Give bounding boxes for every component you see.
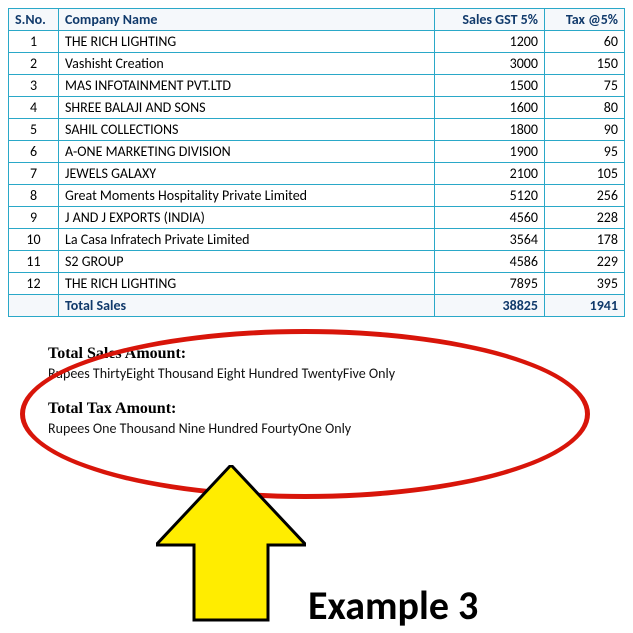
table-row: 7JEWELS GALAXY2100105 xyxy=(9,163,625,185)
cell-tax: 60 xyxy=(545,31,625,53)
cell-sales: 3564 xyxy=(435,229,545,251)
cell-total-sales: 38825 xyxy=(435,295,545,317)
cell-company: J AND J EXPORTS (INDIA) xyxy=(59,207,435,229)
cell-sno: 12 xyxy=(9,273,59,295)
cell-sno: 4 xyxy=(9,97,59,119)
total-tax-words: Rupees One Thousand Nine Hundred FourtyO… xyxy=(48,420,585,437)
total-sales-title: Total Sales Amount: xyxy=(48,345,585,363)
cell-company: MAS INFOTAINMENT PVT.LTD xyxy=(59,75,435,97)
cell-sno: 3 xyxy=(9,75,59,97)
cell-total-label: Total Sales xyxy=(59,295,435,317)
table-row: 6A-ONE MARKETING DIVISION190095 xyxy=(9,141,625,163)
cell-tax: 395 xyxy=(545,273,625,295)
cell-company: S2 GROUP xyxy=(59,251,435,273)
up-arrow-icon xyxy=(156,465,306,625)
cell-company: JEWELS GALAXY xyxy=(59,163,435,185)
cell-sales: 2100 xyxy=(435,163,545,185)
cell-tax: 178 xyxy=(545,229,625,251)
table-row: 1THE RICH LIGHTING120060 xyxy=(9,31,625,53)
total-tax-title: Total Tax Amount: xyxy=(48,400,585,418)
cell-sno: 11 xyxy=(9,251,59,273)
cell-company: Great Moments Hospitality Private Limite… xyxy=(59,185,435,207)
cell-sales: 5120 xyxy=(435,185,545,207)
cell-sales: 1500 xyxy=(435,75,545,97)
cell-sno: 9 xyxy=(9,207,59,229)
cell-sno: 5 xyxy=(9,119,59,141)
cell-tax: 105 xyxy=(545,163,625,185)
table-row: 2Vashisht Creation3000150 xyxy=(9,53,625,75)
table-row: 12THE RICH LIGHTING7895395 xyxy=(9,273,625,295)
table-header-row: S.No. Company Name Sales GST 5% Tax @5% xyxy=(9,9,625,31)
cell-tax: 95 xyxy=(545,141,625,163)
cell-sno: 2 xyxy=(9,53,59,75)
cell-sno: 7 xyxy=(9,163,59,185)
cell-total-blank xyxy=(9,295,59,317)
header-tax: Tax @5% xyxy=(545,9,625,31)
cell-company: La Casa Infratech Private Limited xyxy=(59,229,435,251)
cell-tax: 150 xyxy=(545,53,625,75)
cell-company: A-ONE MARKETING DIVISION xyxy=(59,141,435,163)
cell-total-tax: 1941 xyxy=(545,295,625,317)
cell-sno: 1 xyxy=(9,31,59,53)
table-row: 3MAS INFOTAINMENT PVT.LTD150075 xyxy=(9,75,625,97)
cell-tax: 75 xyxy=(545,75,625,97)
cell-company: THE RICH LIGHTING xyxy=(59,31,435,53)
cell-sno: 10 xyxy=(9,229,59,251)
cell-sales: 4560 xyxy=(435,207,545,229)
cell-company: SHREE BALAJI AND SONS xyxy=(59,97,435,119)
cell-sales: 7895 xyxy=(435,273,545,295)
cell-sales: 1900 xyxy=(435,141,545,163)
cell-sales: 1600 xyxy=(435,97,545,119)
table-row: 4SHREE BALAJI AND SONS160080 xyxy=(9,97,625,119)
header-sno: S.No. xyxy=(9,9,59,31)
table-row: 11S2 GROUP4586229 xyxy=(9,251,625,273)
cell-sales: 1200 xyxy=(435,31,545,53)
cell-sno: 8 xyxy=(9,185,59,207)
cell-tax: 80 xyxy=(545,97,625,119)
header-sales: Sales GST 5% xyxy=(435,9,545,31)
cell-sales: 4586 xyxy=(435,251,545,273)
cell-tax: 90 xyxy=(545,119,625,141)
table-row: 10La Casa Infratech Private Limited35641… xyxy=(9,229,625,251)
table-row: 5SAHIL COLLECTIONS180090 xyxy=(9,119,625,141)
cell-sales: 3000 xyxy=(435,53,545,75)
cell-sno: 6 xyxy=(9,141,59,163)
cell-company: THE RICH LIGHTING xyxy=(59,273,435,295)
cell-company: Vashisht Creation xyxy=(59,53,435,75)
cell-company: SAHIL COLLECTIONS xyxy=(59,119,435,141)
cell-sales: 1800 xyxy=(435,119,545,141)
sales-table: S.No. Company Name Sales GST 5% Tax @5% … xyxy=(8,8,625,317)
cell-tax: 256 xyxy=(545,185,625,207)
table-total-row: Total Sales388251941 xyxy=(9,295,625,317)
cell-tax: 228 xyxy=(545,207,625,229)
header-company: Company Name xyxy=(59,9,435,31)
total-sales-words: Rupees ThirtyEight Thousand Eight Hundre… xyxy=(48,365,585,382)
arrow-shape xyxy=(156,465,306,620)
cell-tax: 229 xyxy=(545,251,625,273)
summary-area: Total Sales Amount: Rupees ThirtyEight T… xyxy=(8,345,625,625)
example-label: Example 3 xyxy=(308,581,478,630)
table-row: 9J AND J EXPORTS (INDIA)4560228 xyxy=(9,207,625,229)
table-row: 8Great Moments Hospitality Private Limit… xyxy=(9,185,625,207)
